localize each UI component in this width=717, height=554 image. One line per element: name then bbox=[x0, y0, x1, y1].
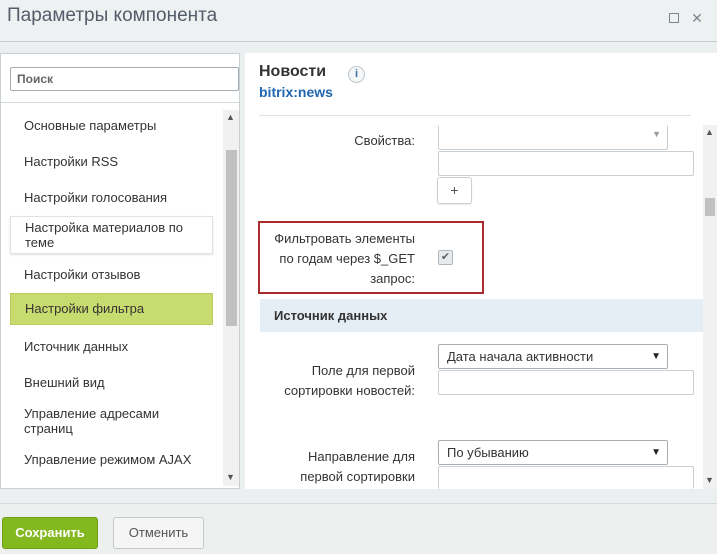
sort-order-label: Направление для первой сортировки bbox=[300, 449, 415, 484]
sort-order-input[interactable] bbox=[438, 466, 694, 489]
window-title: Параметры компонента bbox=[7, 5, 218, 26]
search-input[interactable] bbox=[10, 67, 239, 91]
sidebar-scroll-thumb[interactable] bbox=[226, 150, 237, 326]
scroll-down-icon[interactable]: ▼ bbox=[705, 475, 714, 485]
cancel-button[interactable]: Отменить bbox=[113, 517, 204, 549]
sort-field-input[interactable] bbox=[438, 370, 694, 395]
sidebar-item-appearance[interactable]: Внешний вид bbox=[10, 375, 213, 390]
sort-field-select[interactable]: Дата начала активности ▼ bbox=[438, 344, 668, 369]
sidebar-item-rss[interactable]: Настройки RSS bbox=[10, 154, 213, 169]
sidebar-item-urls[interactable]: Управление адресами страниц bbox=[10, 406, 200, 436]
sidebar-scrollbar[interactable]: ▲ ▼ bbox=[223, 110, 239, 486]
sort-field-value: Дата начала активности bbox=[447, 349, 594, 364]
window-titlebar: Параметры компонента ✕ bbox=[0, 0, 717, 42]
save-button[interactable]: Сохранить bbox=[2, 517, 98, 549]
sidebar-item-reviews[interactable]: Настройки отзывов bbox=[10, 267, 213, 282]
sort-order-value: По убыванию bbox=[447, 445, 529, 460]
close-icon[interactable]: ✕ bbox=[690, 11, 704, 25]
info-icon[interactable]: i bbox=[348, 66, 365, 83]
minimize-icon[interactable] bbox=[667, 11, 681, 25]
filter-checkbox[interactable]: ✔ bbox=[438, 250, 453, 265]
sidebar-item-ajax[interactable]: Управление режимом AJAX bbox=[10, 452, 213, 467]
chevron-down-icon: ▼ bbox=[651, 447, 661, 458]
sidebar-item-datasource[interactable]: Источник данных bbox=[10, 339, 213, 354]
main-panel: Новости i bitrix:news Свойства: ▼ + Филь… bbox=[245, 53, 717, 489]
section-header: Источник данных bbox=[260, 299, 705, 332]
component-code: bitrix:news bbox=[259, 84, 333, 100]
sidebar-item-filter[interactable]: Настройки фильтра bbox=[10, 293, 213, 325]
sidebar-item-related[interactable]: Настройка материалов по теме bbox=[10, 216, 213, 254]
section-title: Источник данных bbox=[274, 308, 388, 323]
main-scroll-thumb[interactable] bbox=[705, 198, 715, 216]
sidebar: Основные параметры Настройки RSS Настрой… bbox=[0, 53, 240, 489]
chevron-down-icon: ▼ bbox=[651, 351, 661, 362]
sidebar-divider bbox=[1, 102, 239, 103]
properties-select[interactable]: ▼ bbox=[438, 125, 668, 150]
chevron-down-icon: ▼ bbox=[652, 129, 661, 139]
header-divider bbox=[259, 115, 691, 116]
filter-label: Фильтровать элементы по годам через $_GE… bbox=[274, 231, 415, 286]
scroll-down-icon[interactable]: ▼ bbox=[226, 472, 235, 482]
properties-label: Свойства: bbox=[354, 133, 415, 148]
sidebar-item-voting[interactable]: Настройки голосования bbox=[10, 190, 213, 205]
scroll-up-icon[interactable]: ▲ bbox=[705, 127, 714, 137]
add-property-button[interactable]: + bbox=[437, 177, 472, 204]
properties-input[interactable] bbox=[438, 151, 694, 176]
dialog-footer: Сохранить Отменить bbox=[0, 503, 717, 554]
sort-field-label: Поле для первой сортировки новостей: bbox=[284, 363, 415, 398]
component-title: Новости bbox=[259, 63, 327, 80]
sidebar-item-basic[interactable]: Основные параметры bbox=[10, 118, 213, 133]
main-scrollbar[interactable]: ▲ ▼ bbox=[703, 125, 717, 489]
scroll-up-icon[interactable]: ▲ bbox=[226, 112, 235, 122]
sort-order-select[interactable]: По убыванию ▼ bbox=[438, 440, 668, 465]
